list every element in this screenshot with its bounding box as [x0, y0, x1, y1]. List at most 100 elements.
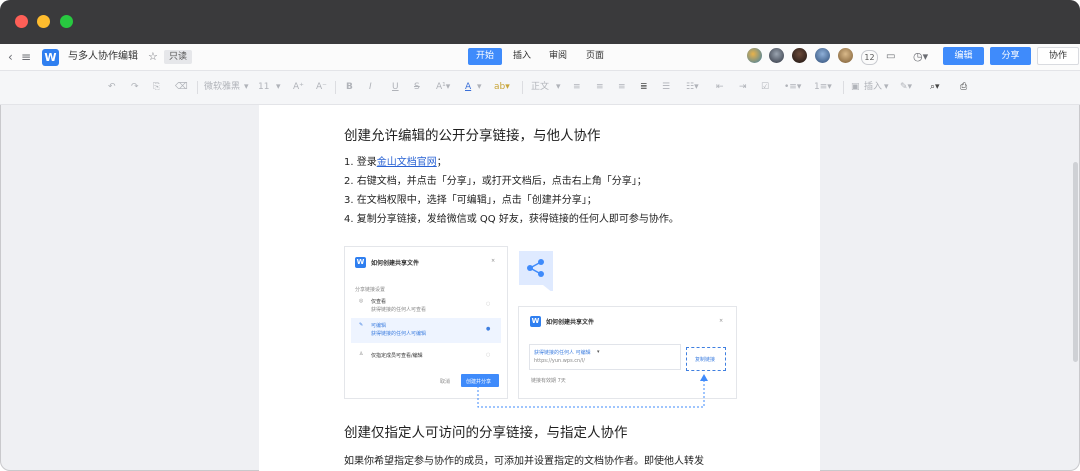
- numbered-list-icon[interactable]: 1≡▾: [814, 71, 832, 104]
- dialog-title: 如何创建共享文件: [371, 260, 420, 267]
- collaborator-count[interactable]: 12: [861, 50, 878, 65]
- app-logo: W: [355, 257, 366, 268]
- chevron-down-icon[interactable]: ▾: [477, 71, 482, 104]
- avatar[interactable]: [769, 48, 784, 63]
- format-toolbar: ↶ ↷ ⎘ ⌫ 微软雅黑 ▾ 11 ▾ A⁺ A⁻ B I U S A¹▾ A …: [0, 71, 1080, 105]
- chevron-down-icon[interactable]: ▾: [556, 71, 561, 104]
- chevron-down-icon[interactable]: ▾: [276, 71, 281, 104]
- font-size-select[interactable]: 11: [258, 71, 269, 104]
- dialog-title: 如何创建共享文件: [546, 319, 595, 326]
- insert-image-icon[interactable]: ▣: [851, 71, 860, 104]
- flow-connector: [477, 374, 708, 408]
- body-paragraph: 如果你希望指定参与协作的成员，可添加并设置指定的文档协作者。即使他人转发: [344, 456, 704, 467]
- close-icon: ×: [491, 258, 496, 264]
- avatar[interactable]: [838, 48, 853, 63]
- italic-icon[interactable]: I: [369, 71, 372, 104]
- tab-page[interactable]: 页面: [578, 48, 612, 65]
- justify-icon[interactable]: ≣: [640, 71, 648, 104]
- search-icon[interactable]: ⌕▾: [930, 71, 940, 104]
- app-logo: W: [530, 316, 541, 327]
- back-icon[interactable]: ‹: [8, 44, 13, 70]
- tab-review[interactable]: 审阅: [541, 48, 575, 65]
- pencil-icon: ✎: [359, 322, 364, 328]
- screen-share-icon[interactable]: ▭: [886, 44, 895, 70]
- indent-decrease-icon[interactable]: ⇤: [716, 71, 724, 104]
- list-item: 4. 复制分享链接，发给微信或 QQ 好友，获得链接的任何人即可参与协作。: [344, 214, 679, 225]
- chevron-down-icon[interactable]: ▾: [244, 71, 249, 104]
- option-desc: 获得链接的任何人可查看: [371, 307, 427, 313]
- share-button[interactable]: 分享: [990, 47, 1031, 65]
- eraser-icon[interactable]: ⌫: [175, 71, 188, 104]
- close-window-button[interactable]: [15, 15, 28, 28]
- maximize-window-button[interactable]: [60, 15, 73, 28]
- checklist-icon[interactable]: ☑: [761, 71, 769, 104]
- option-desc: 获得链接的任何人可编辑: [371, 331, 427, 337]
- scrollbar[interactable]: [1073, 162, 1078, 362]
- app-header: ‹ ≡ W 与多人协作编辑 ☆ 只读 开始 插入 审阅 页面 12 ▭ ◷▾ 编…: [0, 44, 1080, 71]
- redo-icon[interactable]: ↷: [131, 71, 139, 104]
- radio-checked-icon: ●: [486, 326, 491, 332]
- insert-menu[interactable]: 插入: [864, 71, 882, 104]
- grow-font-icon[interactable]: A⁺: [293, 71, 304, 104]
- highlight-icon[interactable]: ab▾: [494, 71, 510, 104]
- shrink-font-icon[interactable]: A⁻: [316, 71, 327, 104]
- radio-icon: ○: [486, 301, 491, 307]
- align-left-icon[interactable]: ≡: [573, 71, 581, 104]
- cancel-button: 取消: [440, 379, 451, 385]
- share-icon-box: [519, 251, 553, 293]
- readonly-badge: 只读: [164, 50, 193, 64]
- app-logo[interactable]: W: [42, 49, 59, 66]
- paragraph-style-select[interactable]: 正文: [531, 71, 549, 104]
- bullet-list-icon[interactable]: •≡▾: [784, 71, 801, 104]
- star-icon[interactable]: ☆: [148, 44, 158, 70]
- undo-icon[interactable]: ↶: [108, 71, 116, 104]
- chevron-down-icon[interactable]: ▾: [884, 71, 889, 104]
- font-name-select[interactable]: 微软雅黑: [204, 71, 240, 104]
- edit-button[interactable]: 编辑: [943, 47, 984, 65]
- strikethrough-icon[interactable]: S: [414, 71, 420, 104]
- align-right-icon[interactable]: ≡: [618, 71, 626, 104]
- avatar[interactable]: [747, 48, 762, 63]
- eye-icon: ◎: [359, 298, 364, 304]
- menu-icon[interactable]: ≡: [21, 44, 31, 70]
- copy-link-label: 复制链接: [695, 357, 716, 363]
- share-icon: [527, 259, 553, 293]
- avatar[interactable]: [815, 48, 830, 63]
- permission-select: 获得链接的任何人 可编辑: [534, 350, 591, 356]
- font-color-icon[interactable]: A: [465, 71, 471, 104]
- chevron-down-icon: ▾: [597, 349, 600, 355]
- document-title[interactable]: 与多人协作编辑: [68, 44, 138, 70]
- step-text: ；: [436, 157, 447, 168]
- app-window: ‹ ≡ W 与多人协作编辑 ☆ 只读 开始 插入 审阅 页面 12 ▭ ◷▾ 编…: [0, 0, 1080, 471]
- radio-icon: ○: [486, 352, 491, 358]
- minimize-window-button[interactable]: [37, 15, 50, 28]
- link-url: https://yun.wps.cn/l/: [534, 358, 585, 364]
- line-spacing-icon[interactable]: ☷▾: [686, 71, 699, 104]
- tools-icon[interactable]: ✎▾: [900, 71, 912, 104]
- step-text: 1. 登录: [344, 157, 377, 168]
- bold-icon[interactable]: B: [346, 71, 353, 104]
- collaborate-button[interactable]: 协作: [1037, 47, 1079, 65]
- option-title: 仅查看: [371, 299, 387, 305]
- print-icon[interactable]: ⎙: [960, 71, 967, 104]
- close-icon: ×: [719, 318, 724, 324]
- align-center-icon[interactable]: ≡: [596, 71, 604, 104]
- window-titlebar: [0, 0, 1080, 44]
- history-icon[interactable]: ◷▾: [913, 44, 928, 70]
- format-painter-icon[interactable]: ⎘: [153, 71, 160, 104]
- website-link[interactable]: 金山文档官网: [377, 157, 437, 168]
- list-item: 1. 登录金山文档官网；: [344, 153, 447, 168]
- user-icon: ♙: [359, 351, 364, 357]
- superscript-icon[interactable]: A¹▾: [436, 71, 450, 104]
- section-heading: 创建仅指定人可访问的分享链接，与指定人协作: [344, 425, 628, 441]
- indent-increase-icon[interactable]: ⇥: [739, 71, 747, 104]
- distribute-icon[interactable]: ☰: [662, 71, 670, 104]
- tab-insert[interactable]: 插入: [505, 48, 539, 65]
- underline-icon[interactable]: U: [392, 71, 399, 104]
- list-item: 2. 右键文档，并点击「分享」，或打开文档后，点击右上角「分享」；: [344, 176, 647, 187]
- list-item: 3. 在文档权限中，选择「可编辑」，点击「创建并分享」；: [344, 195, 597, 206]
- avatar[interactable]: [792, 48, 807, 63]
- option-title: 仅指定成员可查看/编辑: [371, 353, 423, 359]
- section-heading: 创建允许编辑的公开分享链接，与他人协作: [344, 128, 601, 144]
- tab-start[interactable]: 开始: [468, 48, 503, 65]
